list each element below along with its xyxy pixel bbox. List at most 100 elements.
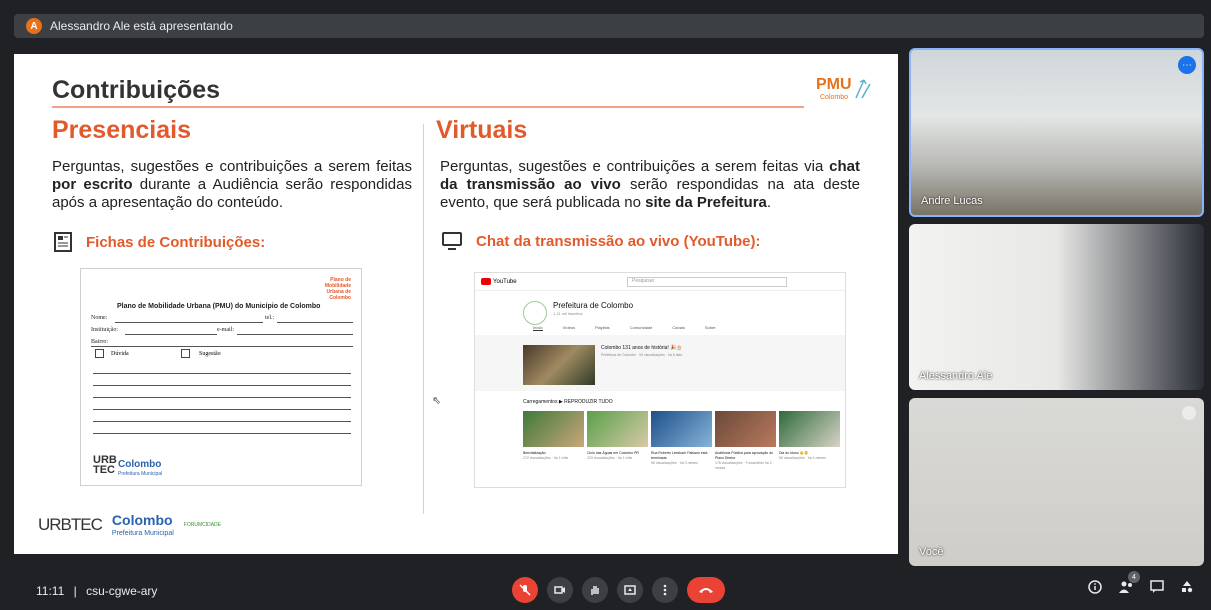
- hang-up-icon: [699, 588, 713, 593]
- form-line: [93, 373, 351, 374]
- virtuais-text-1: Perguntas, sugestões e contribuições a s…: [440, 158, 830, 175]
- urbtec-logo: URBTEC: [38, 514, 103, 534]
- presenter-text: Alessandro Ale está apresentando: [50, 19, 233, 33]
- video-thumbnail: [587, 411, 648, 447]
- colombo-logo: Colombo Prefeitura Municipal: [112, 512, 174, 537]
- video-thumbnail: [523, 411, 584, 447]
- video-captions: Benvitalização 272 visualizações · há 1 m…: [523, 451, 840, 471]
- forum-logo: FORUMCIDADE: [183, 521, 222, 528]
- raise-hand-button[interactable]: [582, 577, 608, 603]
- form-nome-label: Nome:: [91, 315, 108, 321]
- video-thumbnails: [523, 411, 840, 447]
- present-icon: [624, 585, 636, 595]
- mic-toggle-button[interactable]: [512, 577, 538, 603]
- tab-sobre: Sobre: [704, 325, 716, 330]
- channel-subscribers: 1,11 mil inscritos: [553, 311, 583, 316]
- form-bairro-label: Bairro:: [91, 339, 108, 345]
- featured-title: Colombo 131 anos de história! 🎉🎂: [601, 345, 683, 351]
- video-thumbnail: [715, 411, 776, 447]
- form-line: [93, 409, 351, 410]
- video-title: Rua Roberto Lamboch Fabiano está termina…: [651, 451, 708, 460]
- channel-name: Prefeitura de Colombo: [553, 301, 634, 310]
- pmu-logo: PMU Colombo: [816, 76, 871, 101]
- form-instituicao-label: Instituição:: [91, 327, 118, 333]
- channel-avatar: [523, 301, 547, 325]
- sugestao-label: Sugestão: [199, 351, 221, 357]
- fichas-subheading: Fichas de Contribuições:: [54, 232, 265, 252]
- camera-icon: [554, 586, 565, 594]
- tab-videos: Vídeos: [562, 325, 576, 330]
- featured-meta: Prefeitura de Colombo · 90 visualizações…: [601, 353, 683, 357]
- video-meta: 56 visualizações · há 4 meses: [779, 456, 826, 460]
- participant-tile-andre[interactable]: ⋯ Andre Lucas: [909, 48, 1204, 217]
- form-line: [115, 322, 263, 323]
- meeting-controls-bar: 11:11 | csu-cgwe-ary 4: [0, 571, 1211, 610]
- form-email-label: e-mail:: [217, 327, 234, 333]
- youtube-search: Pesquisar: [627, 277, 787, 287]
- presenciais-heading: Presenciais: [52, 116, 191, 144]
- side-controls: [1088, 580, 1194, 594]
- present-screen-button[interactable]: [617, 577, 643, 603]
- participant-tile-self[interactable]: Você: [909, 398, 1204, 566]
- duvida-label: Dúvida: [111, 351, 129, 357]
- pmu-arrows-icon: [855, 79, 871, 99]
- form-line: [93, 421, 351, 422]
- tec-text: TEC: [93, 464, 115, 476]
- duvida-checkbox: [95, 349, 104, 358]
- participant-name: Alessandro Ale: [919, 370, 993, 382]
- video-caption: Rua Roberto Lamboch Fabiano está termina…: [651, 451, 712, 471]
- leave-call-button[interactable]: [687, 577, 725, 603]
- youtube-screenshot: YouTube Pesquisar Prefeitura de Colombo …: [474, 272, 846, 488]
- participants-count-badge: 4: [1128, 571, 1140, 583]
- video-caption: Audiência Pública para aprovação do Plan…: [715, 451, 776, 471]
- activities-icon[interactable]: [1180, 580, 1194, 594]
- chat-subheading: Chat da transmissão ao vivo (YouTube):: [442, 232, 761, 250]
- video-meta: 333 visualizações · há 1 mês: [587, 456, 633, 460]
- virtuais-heading: Virtuais: [436, 116, 528, 144]
- column-divider: [423, 124, 424, 514]
- video-title: Audiência Pública para aprovação do Plan…: [715, 451, 773, 460]
- participant-name: Andre Lucas: [921, 195, 983, 207]
- form-colombo-logo: Colombo: [118, 459, 162, 470]
- info-icon[interactable]: [1088, 580, 1102, 594]
- meeting-time: 11:11: [36, 584, 65, 598]
- form-line: [277, 322, 353, 323]
- mouse-cursor-icon: ⇖: [432, 395, 442, 407]
- form-tel-label: tel.:: [265, 315, 275, 321]
- form-logo: Plano de Mobilidade Urbana de Colombo: [324, 277, 351, 301]
- youtube-logo-text: YouTube: [493, 278, 517, 285]
- video-meta: 272 visualizações · há 1 mês: [523, 456, 569, 460]
- camera-toggle-button[interactable]: [547, 577, 573, 603]
- form-line: [93, 397, 351, 398]
- form-line: [93, 433, 351, 434]
- call-controls: [512, 577, 725, 603]
- contribution-form: Plano de Mobilidade Urbana de Colombo Pl…: [80, 268, 362, 486]
- chat-icon[interactable]: [1150, 580, 1164, 594]
- presenciais-bold: por escrito: [52, 176, 133, 193]
- more-options-icon[interactable]: ⋯: [1178, 56, 1196, 74]
- form-urbtec-logo: URB TEC: [93, 455, 117, 476]
- presenciais-body: Perguntas, sugestões e contribuições a s…: [52, 158, 412, 212]
- form-line: [91, 346, 353, 347]
- shared-slide: Contribuições PMU Colombo Presenciais Pe…: [14, 54, 898, 554]
- virtuais-text-3: .: [766, 194, 772, 211]
- more-options-button[interactable]: [652, 577, 678, 603]
- participant-name: Você: [919, 546, 944, 558]
- virtuais-body: Perguntas, sugestões e contribuições a s…: [440, 158, 860, 212]
- participant-tile-alessandro[interactable]: Alessandro Ale: [909, 224, 1204, 390]
- featured-thumbnail: [523, 345, 595, 385]
- meeting-info: 11:11 | csu-cgwe-ary: [36, 584, 157, 598]
- form-line: [93, 385, 351, 386]
- youtube-logo-icon: [481, 278, 491, 285]
- video-thumbnail: [651, 411, 712, 447]
- sugestao-checkbox: [181, 349, 190, 358]
- video-caption: Ciclo das Águas em Colombo PR 333 visuali…: [587, 451, 648, 471]
- chat-label: Chat da transmissão ao vivo (YouTube):: [476, 232, 761, 250]
- presenciais-text-1: Perguntas, sugestões e contribuições a s…: [52, 158, 412, 175]
- shelf-title: Carregamentos ▶ REPRODUZIR TUDO: [523, 399, 613, 405]
- form-prefeitura-text: Prefeitura Municipal: [118, 471, 163, 477]
- meeting-separator: |: [73, 584, 77, 598]
- virtuais-bold-2: site da Prefeitura: [645, 194, 767, 211]
- channel-tabs: Início Vídeos Playlists Comunidade Canai…: [533, 325, 716, 331]
- video-caption: Dia do Idoso 👴👵 56 visualizações · há 4 m…: [779, 451, 840, 471]
